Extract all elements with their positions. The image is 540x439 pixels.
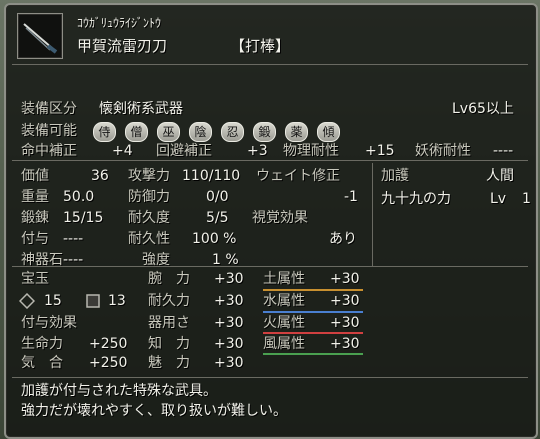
gem-diamond-icon [18, 292, 36, 314]
class-chip: 僧 [125, 122, 148, 142]
mod-label: 命中補正 [21, 143, 77, 159]
divider [372, 163, 373, 266]
gem-count: 13 [108, 293, 126, 309]
mod-label: 物理耐性 [283, 143, 339, 159]
attribute-label: 魅 力 [148, 355, 190, 371]
class-chip: 傾 [317, 122, 340, 142]
class-chip: 忍 [221, 122, 244, 142]
attribute-label: 耐久力 [148, 293, 190, 309]
visual-effect-value: あり [329, 231, 357, 247]
durability-label: 耐久度 [128, 210, 170, 226]
life-label: 生命力 [21, 336, 63, 352]
divider [12, 377, 528, 378]
mod-value: ---- [493, 143, 514, 159]
equip-class-value: 懐剣術系武器 [99, 101, 183, 117]
attribute-value: +30 [214, 271, 244, 287]
durability-rate-label: 耐久性 [128, 231, 170, 247]
ki-value: +250 [89, 355, 128, 371]
life-value: +250 [89, 336, 128, 352]
ki-label: 気 合 [21, 355, 63, 371]
item-category: 【打棒】 [230, 37, 291, 55]
defense-label: 防御力 [128, 189, 170, 205]
element-label: 土属性 [263, 271, 305, 287]
class-chip: 巫 [157, 122, 180, 142]
protection-name: 九十九の力 [381, 191, 451, 207]
class-chip: 侍 [93, 122, 116, 142]
attribute-label: 腕 力 [148, 271, 190, 287]
equip-possible-label: 装備可能 [21, 123, 77, 139]
durability-value: 5/5 [206, 210, 229, 226]
item-tooltip-window: ｺｳｶﾞﾘｭｳﾗｲｼﾞﾝﾄｳ 甲賀流雷刃刀 【打棒】 装備区分 懐剣術系武器 L… [4, 3, 538, 439]
element-value: +30 [330, 271, 360, 287]
element-label: 風属性 [263, 336, 305, 352]
gem-square-icon [85, 293, 101, 314]
item-name: 甲賀流雷刃刀 [77, 37, 168, 55]
enchant-value: ---- [63, 231, 84, 247]
gem-count: 15 [44, 293, 62, 309]
attribute-label: 知 力 [148, 336, 190, 352]
mod-label: 妖術耐性 [415, 143, 471, 159]
class-chip: 陰 [189, 122, 212, 142]
sword-icon [17, 13, 63, 59]
element-value: +30 [330, 315, 360, 331]
element-value: +30 [330, 336, 360, 352]
price-label: 価値 [21, 168, 49, 184]
defense-value: 0/0 [206, 189, 229, 205]
element-underline [263, 332, 363, 334]
attribute-value: +30 [214, 293, 244, 309]
mod-value: +4 [112, 143, 133, 159]
attribute-value: +30 [214, 355, 244, 371]
enchant-label: 付与 [21, 231, 49, 247]
element-value: +30 [330, 293, 360, 309]
attack-label: 攻撃力 [128, 168, 170, 184]
element-underline [263, 353, 363, 355]
description-line: 加護が付与された特殊な武具。 [21, 383, 217, 399]
attribute-value: +30 [214, 336, 244, 352]
divider [12, 160, 528, 161]
visual-effect-label: 視覚効果 [252, 210, 308, 226]
weight-value: 50.0 [63, 189, 95, 205]
class-chip: 鍛 [253, 122, 276, 142]
mod-value: +15 [365, 143, 395, 159]
element-underline [263, 289, 363, 291]
divider [12, 266, 528, 267]
equip-class-label: 装備区分 [21, 101, 77, 117]
element-label: 火属性 [263, 315, 305, 331]
mod-value: +3 [247, 143, 268, 159]
description-line: 強力だが壊れやすく、取り扱いが難しい。 [21, 403, 287, 419]
price-value: 36 [91, 168, 109, 184]
attribute-label: 器用さ [148, 315, 190, 331]
gem-label: 宝玉 [21, 271, 49, 287]
attribute-value: +30 [214, 315, 244, 331]
element-underline [263, 311, 363, 313]
mod-label: 回避補正 [156, 143, 212, 159]
durability-rate-value: 100 % [192, 231, 237, 247]
item-kana: ｺｳｶﾞﾘｭｳﾗｲｼﾞﾝﾄｳ [77, 16, 162, 30]
protection-level-label: Lv [490, 191, 507, 207]
class-chip: 薬 [285, 122, 308, 142]
weight-label: 重量 [21, 189, 49, 205]
element-label: 水属性 [263, 293, 305, 309]
protection-race: 人間 [486, 168, 514, 184]
forge-value: 15/15 [63, 210, 104, 226]
protection-title: 加護 [381, 168, 409, 184]
attack-value: 110/110 [182, 168, 241, 184]
protection-level: 1 [522, 191, 531, 207]
forge-label: 鍛錬 [21, 210, 49, 226]
weight-mod-label: ウェイト修正 [256, 168, 340, 184]
weight-mod-value: -1 [344, 189, 358, 205]
enchant-effect-label: 付与効果 [21, 315, 77, 331]
divider [12, 64, 528, 65]
equip-level: Lv65以上 [452, 101, 514, 117]
